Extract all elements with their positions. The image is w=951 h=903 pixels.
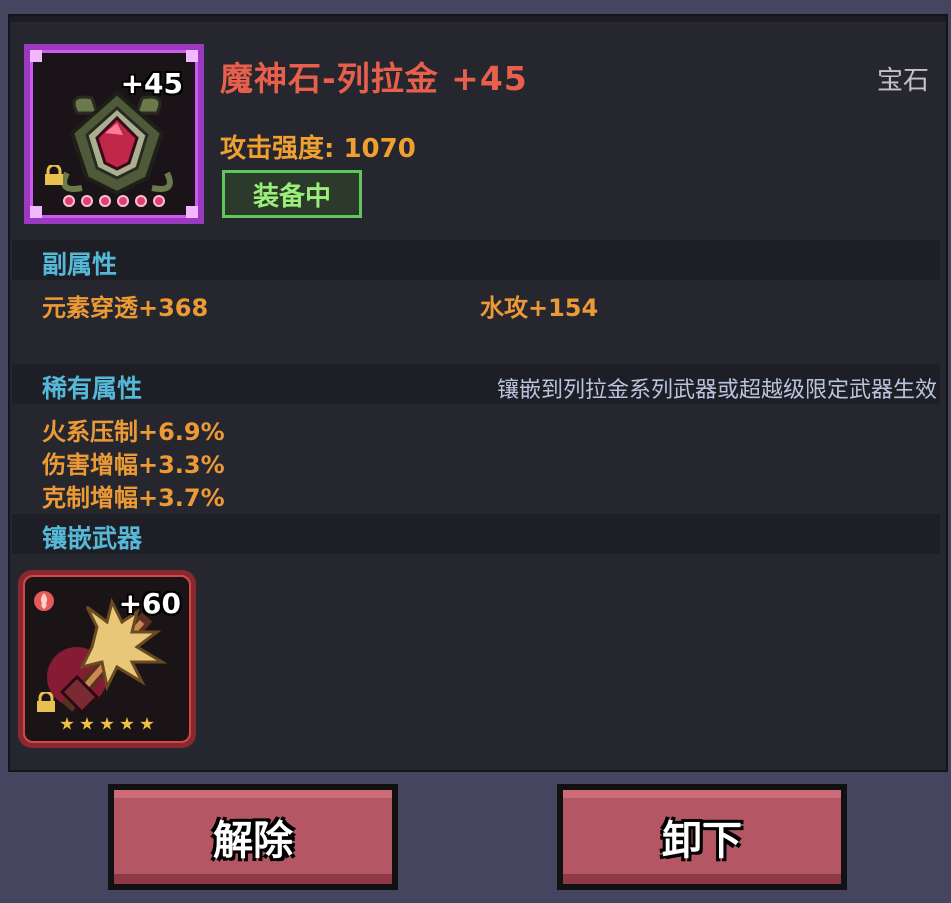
weapon-icon-frame: +60: [23, 575, 191, 743]
lock-icon: [37, 692, 55, 712]
star-icon: [99, 195, 111, 207]
rare-attributes-title: 稀有属性: [42, 374, 143, 403]
gem-icon-frame: +45: [30, 50, 198, 218]
rare-stat-1: 火系压制+6.9%: [42, 418, 225, 446]
frame-corner: [186, 50, 198, 62]
gem-icon-slot[interactable]: +45: [24, 44, 204, 224]
star-icon: [80, 717, 94, 730]
fire-element-icon: [34, 591, 54, 611]
gem-level-badge: +45: [120, 67, 183, 100]
lock-icon: [45, 165, 63, 185]
rare-stat-2: 伤害增幅+3.3%: [42, 451, 225, 479]
sub-attributes-title: 副属性: [42, 250, 118, 279]
sub-stat-1: 元素穿透+368: [42, 294, 209, 322]
inlaid-weapon-slot[interactable]: +60: [18, 570, 196, 748]
star-icon: [140, 717, 154, 730]
star-icon: [153, 195, 165, 207]
rare-attributes-note: 镶嵌到列拉金系列武器或超越级限定武器生效: [496, 378, 937, 403]
star-icon: [100, 717, 114, 730]
rare-stat-3: 克制增幅+3.7%: [42, 484, 225, 512]
star-icon: [81, 195, 93, 207]
unequip-button[interactable]: 卸下: [557, 784, 847, 890]
attack-power: 攻击强度: 1070: [220, 134, 416, 164]
item-detail-screen: +45 魔神石-列拉金 +45 宝石 攻击强度: 1070 装备中 副属性 元素…: [0, 0, 951, 903]
frame-corner: [30, 50, 42, 62]
star-icon: [117, 195, 129, 207]
inlaid-weapon-title: 镶嵌武器: [42, 524, 143, 553]
frame-corner: [30, 206, 42, 218]
weapon-star-row: [25, 717, 189, 731]
star-icon: [135, 195, 147, 207]
star-icon: [60, 717, 74, 730]
section-bar-sub-attributes: [12, 240, 940, 280]
sub-stat-2: 水攻+154: [480, 294, 599, 322]
item-type-label: 宝石: [876, 66, 929, 96]
weapon-level-badge: +60: [118, 587, 181, 620]
frame-corner: [186, 206, 198, 218]
star-icon: [120, 717, 134, 730]
item-title: 魔神石-列拉金 +45: [220, 59, 528, 98]
star-icon: [63, 195, 75, 207]
release-button[interactable]: 解除: [108, 784, 398, 890]
equipped-badge: 装备中: [222, 170, 362, 218]
section-bar-inlaid-weapon: [12, 514, 940, 554]
gem-star-row: [33, 195, 195, 207]
panel-top-band: [10, 16, 946, 22]
